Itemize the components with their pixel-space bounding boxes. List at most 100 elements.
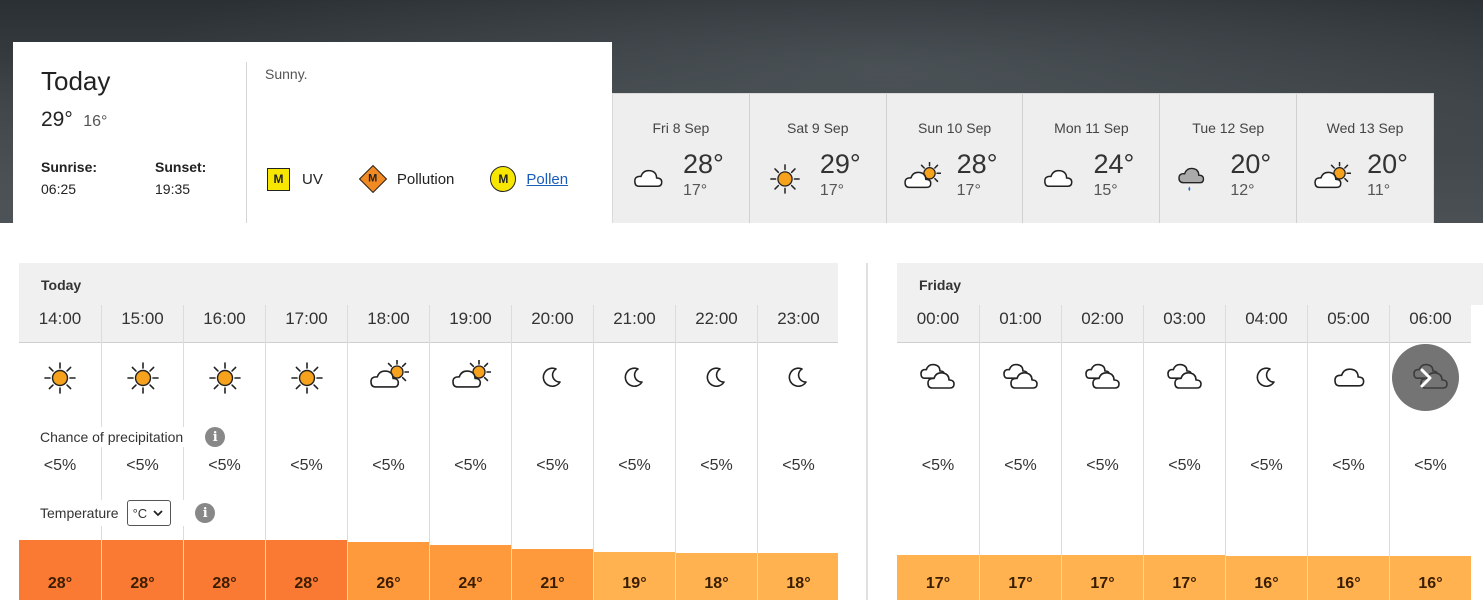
hour-weather-icon [758,355,838,399]
hour-time: 22:00 [676,305,757,343]
pollution-badge-icon: M [358,164,387,194]
temperature-bar: 28° [266,540,347,600]
forecast-day-date: Tue 12 Sep [1192,120,1265,136]
temperature-value: 24° [458,575,483,592]
hour-precip: <5% [1168,457,1201,474]
hour-precip: <5% [372,457,405,474]
forecast-day-low: 17° [956,182,981,199]
hourly-panel-today: Today 14:00 <5% 28° 15:00 <5% 28° 16:00 … [19,263,838,600]
hour-column: 21:00 <5% 19° [593,305,675,600]
temperature-value: 17° [1090,575,1115,592]
hour-time: 23:00 [758,305,838,343]
chevron-down-icon [153,510,163,517]
temperature-value: 16° [1336,575,1361,592]
weather-summary: Sunny. [265,66,308,82]
sun-icon [769,164,800,194]
forecast-day-date: Wed 13 Sep [1326,120,1404,136]
hour-time: 01:00 [980,305,1061,343]
uv-indicator[interactable]: M UV [267,167,323,191]
forecast-day[interactable]: Sun 10 Sep 28° 17° [885,94,1023,223]
temperature-bar: 21° [512,549,593,600]
hour-column: 00:00 <5% 17° [897,305,979,600]
hour-column: 05:00 <5% 16° [1307,305,1389,600]
temperature-bar: 18° [758,553,838,600]
forecast-day[interactable]: Fri 8 Sep 28° 17° [613,94,749,223]
cloud-icon [634,169,663,188]
sun-icon [290,362,323,394]
forecast-day[interactable]: Sat 9 Sep 29° 17° [748,94,886,223]
forecast-day-date: Fri 8 Sep [652,120,710,136]
hour-column: 19:00 <5% 24° [429,305,511,600]
forecast-day[interactable]: Wed 13 Sep 20° 11° [1296,94,1433,223]
temperature-value: 19° [622,575,647,592]
forecast-day-icon [766,162,804,194]
temperature-value: 28° [130,575,155,592]
hour-precip: <5% [1086,457,1119,474]
temperature-bar: 17° [1062,555,1143,600]
sun-icon [208,362,241,394]
forecast-day-low: 17° [683,182,708,199]
hour-weather-icon [1308,355,1389,399]
pollution-indicator[interactable]: M Pollution [358,164,455,194]
temperature-bar: 18° [676,553,757,600]
hour-column: 23:00 <5% 18° [757,305,838,600]
uv-label: UV [302,170,323,188]
hour-time: 02:00 [1062,305,1143,343]
pollen-badge-icon: M [490,166,517,192]
hour-time: 19:00 [430,305,511,343]
temp-info-icon[interactable]: i [195,503,216,523]
clouds-icon [1166,363,1202,389]
forecast-day-icon [629,162,667,192]
today-title: Today [41,66,111,96]
hourly-day-heading: Today [19,263,838,305]
hour-time: 16:00 [184,305,265,343]
hour-precip: <5% [618,457,651,474]
hour-weather-icon [897,355,979,399]
forecast-day[interactable]: Mon 11 Sep 24° 15° [1022,94,1159,223]
temperature-value: 21° [540,575,565,592]
temperature-bar: 17° [897,555,979,600]
hour-column: 01:00 <5% 17° [979,305,1061,600]
forecast-day-high: 29° [819,149,861,179]
rain-cloud-icon [1178,167,1205,192]
pollution-label: Pollution [396,170,455,188]
temperature-value: 17° [1008,575,1033,592]
next-hours-button[interactable] [1392,344,1459,411]
unit-value: °C [132,505,148,521]
hour-precip: <5% [1332,457,1365,474]
forecast-day-high: 28° [683,149,724,179]
temperature-value: 28° [47,575,73,592]
hourly-day-heading: Friday [897,263,1483,305]
temperature-bar: 16° [1226,556,1307,600]
sun-cloud-icon [451,360,491,388]
today-high: 29° [41,108,73,131]
unit-select[interactable]: °C [126,500,172,526]
chevron-right-icon [1420,368,1431,387]
hour-precip: <5% [1250,457,1283,474]
hour-precip: <5% [700,457,733,474]
sunset-block: Sunset: 19:35 [155,156,206,200]
forecast-day-high: 24° [1093,149,1135,179]
temperature-bar: 19° [594,552,675,600]
forecast-day-low: 17° [819,182,845,199]
hour-time: 03:00 [1144,305,1225,343]
clouds-icon [1002,363,1038,389]
temperature-bar: 28° [184,540,265,600]
forecast-day-date: Sat 9 Sep [786,120,849,136]
temperature-value: 18° [704,575,729,592]
temperature-bar: 24° [430,545,511,600]
forecast-day[interactable]: Tue 12 Sep 20° 12° [1159,94,1296,223]
forecast-day-icon [1039,162,1077,192]
forecast-day-high: 20° [1230,149,1272,179]
precip-info-icon[interactable]: i [205,427,226,447]
today-temps: 29° 16° [41,108,107,132]
pollen-link[interactable]: Pollen [526,171,568,188]
hour-weather-icon [1226,355,1307,399]
sun-icon [44,362,76,394]
today-card: Today 29° 16° Sunrise: 06:25 Sunset: 19:… [13,42,612,223]
hour-weather-icon [980,355,1061,399]
temperature-bar: 16° [1390,556,1471,600]
moon-icon [788,367,807,388]
hour-precip: <5% [454,457,487,474]
hour-weather-icon [430,355,511,399]
